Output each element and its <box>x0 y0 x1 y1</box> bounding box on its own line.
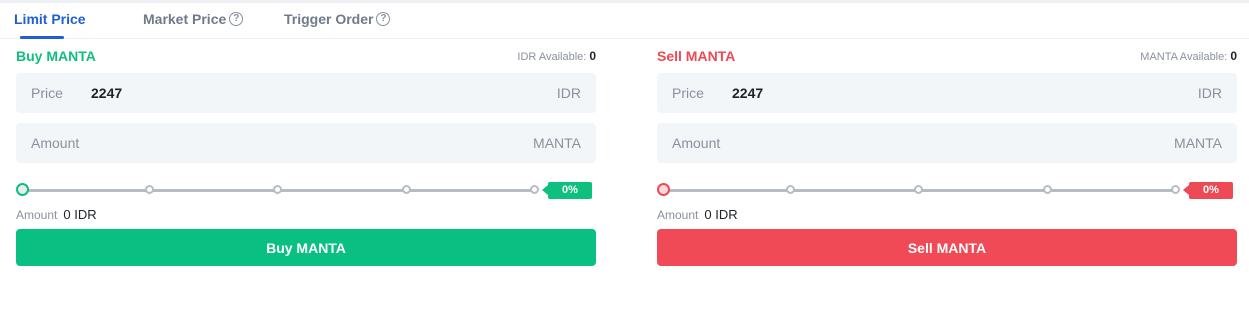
sell-amount-input[interactable]: Amount MANTA <box>657 123 1237 163</box>
price-value: 2247 <box>91 85 123 101</box>
amount-unit: MANTA <box>1174 135 1222 151</box>
sell-total: Amount 0 IDR <box>657 207 1237 225</box>
price-label: Price <box>672 85 704 101</box>
slider-step-50[interactable] <box>273 185 282 194</box>
buy-amount-input[interactable]: Amount MANTA <box>16 123 596 163</box>
available-value: 0 <box>589 49 596 63</box>
total-value: 0 IDR <box>63 207 97 222</box>
tab-label: Market Price <box>143 11 227 27</box>
sell-available: MANTA Available: 0 <box>1140 49 1237 63</box>
sell-button[interactable]: Sell MANTA <box>657 229 1237 266</box>
order-type-tabs: Limit Price Market Price ? Trigger Order… <box>0 3 1249 39</box>
slider-step-25[interactable] <box>145 185 154 194</box>
slider-step-25[interactable] <box>786 185 795 194</box>
amount-placeholder: Amount <box>672 135 721 151</box>
sell-title: Sell MANTA <box>657 48 736 64</box>
amount-placeholder: Amount <box>31 135 80 151</box>
slider-percent-badge: 0% <box>542 182 592 199</box>
slider-step-75[interactable] <box>402 185 411 194</box>
slider-step-75[interactable] <box>1043 185 1052 194</box>
slider-step-100[interactable] <box>1171 185 1180 194</box>
slider-step-50[interactable] <box>914 185 923 194</box>
price-value: 2247 <box>732 85 764 101</box>
sell-price-input[interactable]: Price 2247 IDR <box>657 73 1237 113</box>
buy-percent-slider[interactable]: 0% <box>16 173 596 207</box>
buy-available: IDR Available: 0 <box>517 49 596 63</box>
available-label: MANTA Available: <box>1140 51 1228 63</box>
slider-step-100[interactable] <box>530 185 539 194</box>
slider-handle[interactable] <box>657 183 670 196</box>
tab-trigger-order[interactable]: Trigger Order ? <box>284 11 391 27</box>
buy-panel-header: Buy MANTA IDR Available: 0 <box>16 39 596 73</box>
buy-price-input[interactable]: Price 2247 IDR <box>16 73 596 113</box>
available-label: IDR Available: <box>517 51 587 63</box>
price-unit: IDR <box>556 85 581 101</box>
buy-title: Buy MANTA <box>16 48 96 64</box>
sell-percent-slider[interactable]: 0% <box>657 173 1237 207</box>
question-circle-icon[interactable]: ? <box>376 12 391 26</box>
total-value: 0 IDR <box>704 207 738 222</box>
tab-label: Limit Price <box>14 11 86 27</box>
price-label: Price <box>31 85 63 101</box>
buy-button[interactable]: Buy MANTA <box>16 229 596 266</box>
total-label: Amount <box>657 208 699 222</box>
price-unit: IDR <box>1197 85 1222 101</box>
slider-handle[interactable] <box>16 183 29 196</box>
question-circle-icon[interactable]: ? <box>229 12 244 26</box>
tab-market-price[interactable]: Market Price ? <box>143 11 244 27</box>
buy-total: Amount 0 IDR <box>16 207 596 225</box>
total-label: Amount <box>16 208 58 222</box>
sell-panel-header: Sell MANTA MANTA Available: 0 <box>657 39 1237 73</box>
available-value: 0 <box>1230 49 1237 63</box>
tab-limit-price[interactable]: Limit Price <box>14 11 86 27</box>
slider-percent-badge: 0% <box>1183 182 1233 199</box>
tab-label: Trigger Order <box>284 11 374 27</box>
amount-unit: MANTA <box>533 135 581 151</box>
sell-panel: Sell MANTA MANTA Available: 0 Price 2247 … <box>657 39 1237 266</box>
buy-panel: Buy MANTA IDR Available: 0 Price 2247 IDR… <box>16 39 596 266</box>
